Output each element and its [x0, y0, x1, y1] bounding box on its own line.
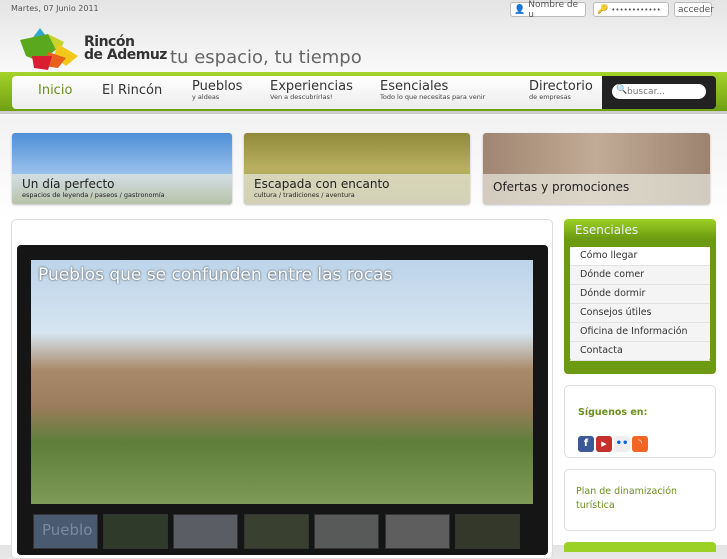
slide-thumb[interactable] [314, 514, 379, 549]
logo-icon[interactable] [18, 26, 80, 70]
slide-thumb[interactable] [385, 514, 450, 549]
nav-el-rincon[interactable]: El Rincón [102, 84, 162, 97]
slide-thumb[interactable] [244, 514, 309, 549]
promo-ofertas[interactable]: Ofertas y promociones [483, 133, 710, 204]
search-area: 🔍 [602, 76, 716, 109]
esenciales-box: Esenciales Cómo llegar Dónde comer Dónde… [564, 219, 716, 374]
plan-box: Plan de dinamización turística [564, 469, 716, 531]
nav-esenciales[interactable]: Esenciales Todo lo que necesitas para ven… [380, 80, 485, 101]
facebook-icon[interactable]: f [578, 436, 594, 452]
main-nav: Inicio El Rincón Pueblos y aldeas Experie… [12, 76, 604, 109]
slide-thumb[interactable]: Pueblo [33, 514, 98, 549]
promo-dia-perfecto[interactable]: Un día perfecto espacios de leyenda / pas… [12, 133, 232, 204]
user-icon: 👤 [514, 4, 526, 15]
youtube-icon[interactable]: ▶ [596, 436, 612, 452]
link-consejos[interactable]: Consejos útiles [570, 304, 710, 323]
nav-directorio[interactable]: Directorio de empresas [529, 80, 593, 101]
current-date: Martes, 07 Junio 2011 [11, 4, 99, 13]
sidebar-green-box [564, 542, 716, 552]
login-button[interactable]: acceder [674, 2, 714, 17]
link-oficina[interactable]: Oficina de Información [570, 323, 710, 342]
esenciales-title: Esenciales [575, 223, 639, 237]
nav-experiencias[interactable]: Experiencias Ven a descubrirlas! [270, 80, 353, 101]
plan-link[interactable]: Plan de dinamización turística [576, 485, 706, 513]
slide-thumb[interactable] [455, 514, 520, 549]
follow-box: Síguenos en: f ▶ •• ◝ [564, 385, 716, 458]
slide-thumb[interactable] [103, 514, 168, 549]
nav-inicio[interactable]: Inicio [38, 84, 72, 97]
tagline: tu espacio, tu tiempo [170, 47, 362, 68]
search-icon: 🔍 [616, 85, 628, 95]
slide-thumb[interactable] [173, 514, 238, 549]
key-icon: 🔑 [597, 4, 609, 15]
brand-name: Rincón de Ademuz [84, 34, 167, 63]
link-donde-dormir[interactable]: Dónde dormir [570, 285, 710, 304]
link-como-llegar[interactable]: Cómo llegar [570, 247, 710, 266]
username-field[interactable]: 👤 Nombre de u [510, 0, 586, 20]
password-field[interactable]: 🔑 •••••••••••• [593, 2, 669, 17]
nav-pueblos[interactable]: Pueblos y aldeas [192, 80, 242, 101]
slide-photo[interactable] [31, 260, 533, 504]
rss-icon[interactable]: ◝ [632, 436, 648, 452]
link-donde-comer[interactable]: Dónde comer [570, 266, 710, 285]
flickr-icon[interactable]: •• [614, 436, 630, 452]
promo-escapada[interactable]: Escapada con encanto cultura / tradicione… [244, 133, 470, 204]
link-contacta[interactable]: Contacta [570, 342, 710, 361]
slide-title: Pueblos que se confunden entre las rocas [38, 265, 393, 285]
